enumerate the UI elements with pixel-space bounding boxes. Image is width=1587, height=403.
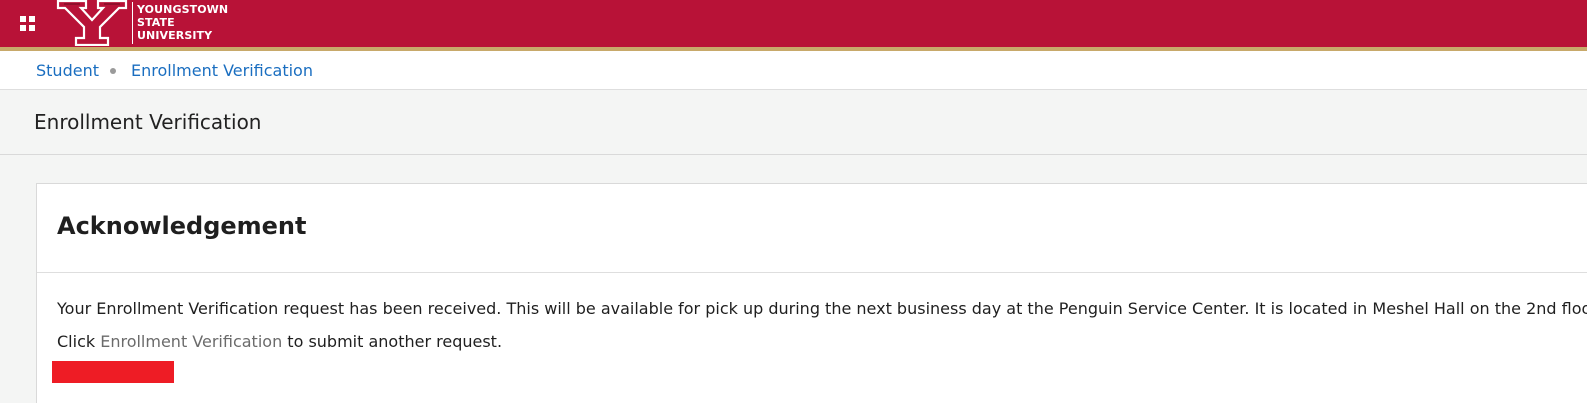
breadcrumb: Student Enrollment Verification bbox=[0, 51, 1587, 90]
card-title: Acknowledgement bbox=[57, 212, 307, 240]
resubmit-message: Click Enrollment Verification to submit … bbox=[57, 332, 502, 351]
top-header-bar: YOUNGSTOWN STATE UNIVERSITY bbox=[0, 0, 1587, 47]
wordmark-line-2: STATE bbox=[137, 16, 175, 29]
breadcrumb-student[interactable]: Student bbox=[36, 61, 99, 80]
wordmark-line-3: UNIVERSITY bbox=[137, 29, 213, 42]
click-suffix: to submit another request. bbox=[287, 332, 503, 351]
breadcrumb-enrollment-verification[interactable]: Enrollment Verification bbox=[131, 61, 313, 80]
confirmation-message: Your Enrollment Verification request has… bbox=[57, 299, 1587, 318]
card-header: Acknowledgement bbox=[37, 184, 1587, 273]
click-prefix: Click bbox=[57, 332, 96, 351]
wordmark-line-1: YOUNGSTOWN bbox=[137, 3, 229, 16]
page-title-bar: Enrollment Verification bbox=[0, 90, 1587, 155]
acknowledgement-card: Acknowledgement Your Enrollment Verifica… bbox=[36, 183, 1587, 403]
logo-divider bbox=[132, 2, 133, 44]
breadcrumb-separator-icon bbox=[110, 68, 116, 74]
university-logo[interactable] bbox=[56, 0, 128, 46]
enrollment-verification-link[interactable]: Enrollment Verification bbox=[100, 332, 282, 351]
university-wordmark: YOUNGSTOWN STATE UNIVERSITY bbox=[137, 3, 228, 42]
redacted-region bbox=[52, 361, 174, 383]
page-title: Enrollment Verification bbox=[34, 110, 262, 134]
grid-menu-icon[interactable] bbox=[20, 16, 35, 31]
